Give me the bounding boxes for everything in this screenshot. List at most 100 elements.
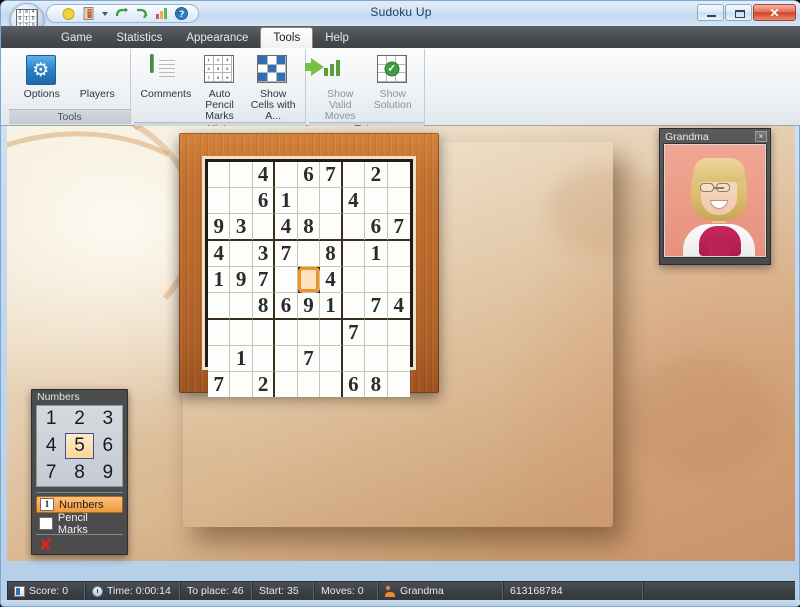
tab-tools[interactable]: Tools: [260, 27, 314, 48]
sudoku-cell-r1c8[interactable]: 2: [365, 162, 388, 188]
clear-cell-x-icon[interactable]: ✘: [39, 538, 52, 554]
sudoku-cell-r2c2[interactable]: [230, 188, 253, 214]
sudoku-cell-r6c8[interactable]: 7: [365, 293, 388, 320]
sudoku-cell-r6c1[interactable]: [208, 293, 231, 320]
sudoku-cell-r2c7[interactable]: 4: [342, 188, 366, 214]
sudoku-cell-r4c7[interactable]: [342, 241, 366, 267]
sudoku-cell-r5c5[interactable]: [297, 267, 321, 293]
sudoku-cell-r3c6[interactable]: [320, 214, 343, 241]
sudoku-cell-r4c2[interactable]: [230, 241, 253, 267]
sudoku-cell-r6c5[interactable]: 9: [297, 293, 321, 320]
sudoku-cell-r1c3[interactable]: 4: [252, 162, 276, 188]
sudoku-cell-r9c3[interactable]: 2: [252, 372, 276, 397]
tab-appearance[interactable]: Appearance: [174, 28, 260, 48]
sudoku-cell-r7c4[interactable]: [275, 320, 298, 346]
sudoku-cell-r6c4[interactable]: 6: [275, 293, 298, 320]
sudoku-cell-r1c7[interactable]: [342, 162, 366, 188]
sudoku-cell-r3c5[interactable]: 8: [297, 214, 321, 241]
sudoku-cell-r9c1[interactable]: 7: [208, 372, 231, 397]
sudoku-cell-r3c1[interactable]: 9: [208, 214, 231, 241]
sudoku-cell-r8c3[interactable]: [252, 346, 276, 372]
sudoku-cell-r9c4[interactable]: [275, 372, 298, 397]
tab-statistics[interactable]: Statistics: [104, 28, 174, 48]
tab-help[interactable]: Help: [313, 28, 361, 48]
sudoku-cell-r6c6[interactable]: 1: [320, 293, 343, 320]
sudoku-cell-r6c3[interactable]: 8: [252, 293, 276, 320]
sudoku-cell-r8c6[interactable]: [320, 346, 343, 372]
sudoku-cell-r7c2[interactable]: [230, 320, 253, 346]
sudoku-cell-r4c8[interactable]: 1: [365, 241, 388, 267]
sudoku-cell-r8c5[interactable]: 7: [297, 346, 321, 372]
show-cells-with-a-button[interactable]: Show Cells with A...: [247, 53, 299, 122]
sudoku-cell-r7c6[interactable]: [320, 320, 343, 346]
show-solution-button[interactable]: ✓ Show Solution: [368, 53, 419, 111]
sudoku-cell-r1c9[interactable]: [387, 162, 410, 188]
number-key-7[interactable]: 7: [37, 459, 65, 486]
clear-cell-row[interactable]: ✘: [36, 534, 123, 554]
sudoku-cell-r4c6[interactable]: 8: [320, 241, 343, 267]
options-button[interactable]: ⚙ Options: [15, 53, 69, 100]
close-button[interactable]: ✕: [753, 4, 796, 21]
sudoku-cell-r2c1[interactable]: [208, 188, 231, 214]
sudoku-cell-r5c9[interactable]: [387, 267, 410, 293]
sudoku-cell-r4c5[interactable]: [297, 241, 321, 267]
sudoku-cell-r7c9[interactable]: [387, 320, 410, 346]
number-key-6[interactable]: 6: [94, 433, 122, 460]
sudoku-cell-r8c8[interactable]: [365, 346, 388, 372]
number-key-9[interactable]: 9: [94, 459, 122, 486]
number-key-5[interactable]: 5: [65, 432, 94, 460]
sudoku-cell-r9c8[interactable]: 8: [365, 372, 388, 397]
sudoku-cell-r3c9[interactable]: 7: [387, 214, 410, 241]
sudoku-cell-r8c7[interactable]: [342, 346, 366, 372]
sudoku-cell-r5c1[interactable]: 1: [208, 267, 231, 293]
player-panel-close-icon[interactable]: ×: [755, 131, 767, 142]
sudoku-cell-r3c8[interactable]: 6: [365, 214, 388, 241]
sudoku-cell-r5c2[interactable]: 9: [230, 267, 253, 293]
mode-pencil-marks-button[interactable]: Pencil Marks: [36, 512, 123, 536]
show-valid-moves-button[interactable]: Show Valid Moves: [305, 53, 366, 122]
sudoku-cell-r6c2[interactable]: [230, 293, 253, 320]
sudoku-cell-r3c2[interactable]: 3: [230, 214, 253, 241]
sudoku-cell-r1c5[interactable]: 6: [297, 162, 321, 188]
tab-game[interactable]: Game: [49, 28, 104, 48]
sudoku-cell-r8c1[interactable]: [208, 346, 231, 372]
sudoku-cell-r5c8[interactable]: [365, 267, 388, 293]
sudoku-cell-r3c3[interactable]: [252, 214, 276, 241]
comments-button[interactable]: Comments: [140, 53, 192, 100]
sudoku-cell-r5c4[interactable]: [275, 267, 298, 293]
sudoku-cell-r4c4[interactable]: 7: [275, 241, 298, 267]
sudoku-cell-r3c7[interactable]: [342, 214, 366, 241]
sudoku-cell-r4c1[interactable]: 4: [208, 241, 231, 267]
sudoku-cell-r1c1[interactable]: [208, 162, 231, 188]
sudoku-cell-r2c4[interactable]: 1: [275, 188, 298, 214]
sudoku-cell-r3c4[interactable]: 4: [275, 214, 298, 241]
sudoku-cell-r7c8[interactable]: [365, 320, 388, 346]
sudoku-cell-r7c1[interactable]: [208, 320, 231, 346]
minimize-button[interactable]: [697, 4, 724, 21]
sudoku-cell-r9c5[interactable]: [297, 372, 321, 397]
sudoku-cell-r5c6[interactable]: 4: [320, 267, 343, 293]
sudoku-cell-r2c3[interactable]: 6: [252, 188, 276, 214]
number-key-8[interactable]: 8: [65, 459, 93, 486]
players-button[interactable]: Players: [71, 53, 125, 100]
sudoku-cell-r9c9[interactable]: [387, 372, 410, 397]
sudoku-cell-r1c4[interactable]: [275, 162, 298, 188]
number-key-3[interactable]: 3: [94, 406, 122, 433]
sudoku-cell-r8c4[interactable]: [275, 346, 298, 372]
sudoku-cell-r6c7[interactable]: [342, 293, 366, 320]
sudoku-cell-r6c9[interactable]: 4: [387, 293, 410, 320]
sudoku-cell-r9c7[interactable]: 6: [342, 372, 366, 397]
sudoku-cell-r9c2[interactable]: [230, 372, 253, 397]
sudoku-cell-r4c3[interactable]: 3: [252, 241, 276, 267]
maximize-button[interactable]: [725, 4, 752, 21]
number-key-1[interactable]: 1: [37, 406, 65, 433]
sudoku-grid[interactable]: 46726149348674378119748691747177268: [205, 159, 413, 397]
sudoku-cell-r7c5[interactable]: [297, 320, 321, 346]
sudoku-cell-r5c3[interactable]: 7: [252, 267, 276, 293]
sudoku-cell-r2c6[interactable]: [320, 188, 343, 214]
sudoku-cell-r7c7[interactable]: 7: [342, 320, 366, 346]
number-key-2[interactable]: 2: [65, 406, 93, 433]
sudoku-cell-r9c6[interactable]: [320, 372, 343, 397]
auto-pencil-marks-button[interactable]: 123456789 Auto Pencil Marks: [194, 53, 246, 122]
number-key-4[interactable]: 4: [37, 433, 65, 460]
